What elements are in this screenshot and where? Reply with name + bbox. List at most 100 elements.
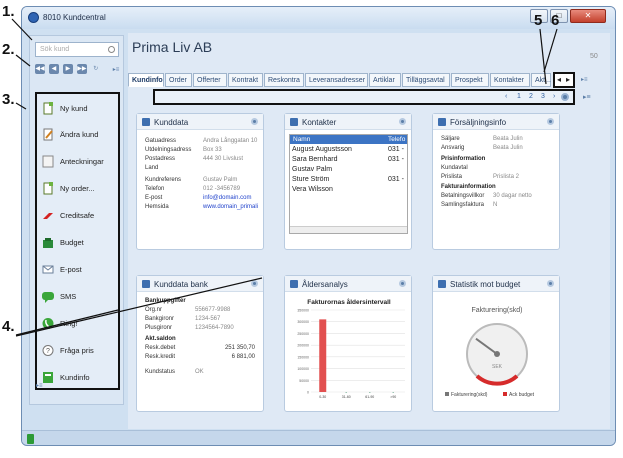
tab-tillaggsavtal[interactable]: Tilläggsavtal [402, 73, 450, 87]
tab-scroll-left-button[interactable]: ◂ [557, 75, 561, 84]
sidebar-item-anteckningar[interactable]: Anteckningar [40, 153, 118, 171]
gear-icon[interactable] [251, 118, 258, 125]
tab-kontakter[interactable]: Kontakter [490, 73, 530, 87]
previous-record-button[interactable]: ◀ [48, 64, 59, 74]
info-icon [438, 118, 446, 126]
sidebar-item-label: Anteckningar [60, 157, 104, 166]
list-menu-icon[interactable]: ▸≡ [36, 382, 43, 389]
action-list: Ny kund Ändra kund Anteckningar Ny order… [35, 92, 120, 390]
field-value: N [493, 202, 498, 208]
last-record-button[interactable]: ▶▶ [76, 64, 87, 74]
sidebar-item-ny-order[interactable]: Ny order... [40, 180, 118, 198]
main-area: Prima Liv AB 50 Kundinfo Order Offerter … [128, 33, 610, 429]
status-ok-icon [27, 434, 34, 444]
list-item[interactable]: Sara Bernhard 031 - [292, 156, 404, 163]
price-question-icon: ? [42, 345, 54, 356]
field-label: Säljare [441, 136, 460, 142]
next-record-button[interactable]: ▶ [62, 64, 73, 74]
website-link[interactable]: www.domain_primali [203, 204, 258, 210]
pager-menu-icon[interactable]: ▸≡ [583, 93, 591, 101]
tab-kundinfo[interactable]: Kundinfo [128, 73, 164, 87]
field-row: Betalningsvillkor 30 dagar netto [441, 193, 532, 199]
sidebar-item-creditsafe[interactable]: Creditsafe [40, 207, 118, 225]
field-value: 012 -3456789 [203, 186, 241, 192]
list-item[interactable]: Sture Ström 031 - [292, 176, 404, 183]
pager-page-3[interactable]: 3 [541, 93, 545, 100]
status-bar [22, 430, 615, 445]
sidebar-item-ny-kund[interactable]: Ny kund [40, 100, 118, 118]
budget-gauge: Fakturering(skd) SEK Fakturering(skd) Ac… [445, 307, 535, 398]
field-label: Hemsida [145, 204, 169, 210]
tab-offerter[interactable]: Offerter [193, 73, 227, 87]
panel-header: Kontakter [285, 114, 411, 130]
sidebar-item-ring[interactable]: Ring! [40, 315, 118, 333]
sidebar-item-kundinfo[interactable]: Kundinfo [40, 369, 118, 387]
sms-icon [42, 292, 54, 303]
sidebar-item-andra-kund[interactable]: Ändra kund [40, 126, 118, 144]
list-item[interactable]: Gustav Palm [292, 166, 332, 173]
gear-icon[interactable] [399, 280, 406, 287]
close-button[interactable]: ✕ [570, 9, 606, 23]
search-icon[interactable] [108, 46, 115, 53]
list-item[interactable]: August Augustsson 031 - [292, 146, 404, 153]
nav-menu-icon[interactable]: ▸≡ [113, 67, 120, 73]
sidebar-item-budget[interactable]: Budget [40, 234, 118, 252]
gear-icon[interactable] [399, 118, 406, 125]
section-heading: Akt.saldon [145, 336, 176, 342]
sidebar-item-e-post[interactable]: E-post [40, 261, 118, 279]
sidebar-item-label: Ring! [60, 319, 78, 328]
tab-bar: Kundinfo Order Offerter Kontrakt Reskont… [128, 72, 610, 88]
customer-number: 50 [590, 53, 598, 60]
tab-kontrakt[interactable]: Kontrakt [228, 73, 263, 87]
sidebar-item-label: Ny order... [60, 184, 95, 193]
pager-next-button[interactable]: › [553, 93, 555, 100]
panel-header: Åldersanalys [285, 276, 411, 292]
tab-leveransadresser[interactable]: Leveransadresser [305, 73, 368, 87]
pager-page-2[interactable]: 2 [529, 93, 533, 100]
customer-name-heading: Prima Liv AB [132, 39, 213, 55]
email-icon [42, 265, 54, 274]
tab-artiklar[interactable]: Artiklar [369, 73, 401, 87]
y-tick-label: 250000 [297, 332, 309, 336]
sidebar-item-sms[interactable]: SMS [40, 288, 118, 306]
field-label: Gatuadress [145, 138, 177, 144]
tab-prospekt[interactable]: Prospekt [451, 73, 489, 87]
tab-scroll-right-button[interactable]: ▸ [566, 75, 570, 84]
column-header-phone[interactable]: Telefo [388, 136, 405, 143]
field-value: Andra Långgatan 10 [203, 138, 258, 144]
field-value: Gustav Palm [203, 177, 238, 183]
field-value: 1234-567 [195, 316, 221, 322]
first-record-button[interactable]: ◀◀ [35, 64, 45, 74]
contact-phone: 031 - [388, 176, 404, 183]
pager-page-1[interactable]: 1 [517, 93, 521, 100]
x-tick-label: 0-30 [319, 395, 326, 399]
contact-phone: 031 - [388, 146, 404, 153]
column-header-name[interactable]: Namn [293, 136, 310, 143]
y-tick-label: 0 [307, 391, 309, 395]
legend-swatch [445, 392, 449, 396]
y-tick-label: 200000 [297, 344, 309, 348]
bar [392, 392, 394, 393]
tab-order[interactable]: Order [165, 73, 192, 87]
gear-icon[interactable] [561, 93, 569, 101]
sidebar-item-label: Ny kund [60, 104, 88, 113]
horizontal-scrollbar[interactable] [290, 226, 407, 233]
tab-akt[interactable]: Akt... [531, 73, 551, 87]
list-item[interactable]: Vera Wilsson [292, 186, 333, 193]
customer-search-input[interactable]: Sök kund [35, 42, 119, 57]
sidebar-item-label: Kundinfo [60, 373, 90, 382]
email-link[interactable]: info@domain.com [203, 195, 251, 201]
pager-prev-button[interactable]: ‹ [505, 93, 507, 100]
search-placeholder: Sök kund [40, 46, 70, 53]
field-row: Kundstatus OK [145, 369, 204, 375]
refresh-icon[interactable]: ↻ [91, 64, 101, 74]
sidebar-item-fraga-pris[interactable]: ? Fråga pris [40, 342, 118, 360]
legend-item: Ack budget [509, 392, 535, 398]
gear-icon[interactable] [547, 118, 554, 125]
gear-icon[interactable] [251, 280, 258, 287]
field-label: Bankgironr [145, 316, 175, 322]
tab-menu-icon[interactable]: ▸≡ [581, 76, 588, 83]
gear-icon[interactable] [547, 280, 554, 287]
tab-reskontra[interactable]: Reskontra [264, 73, 304, 87]
panel-title: Åldersanalys [302, 280, 348, 289]
